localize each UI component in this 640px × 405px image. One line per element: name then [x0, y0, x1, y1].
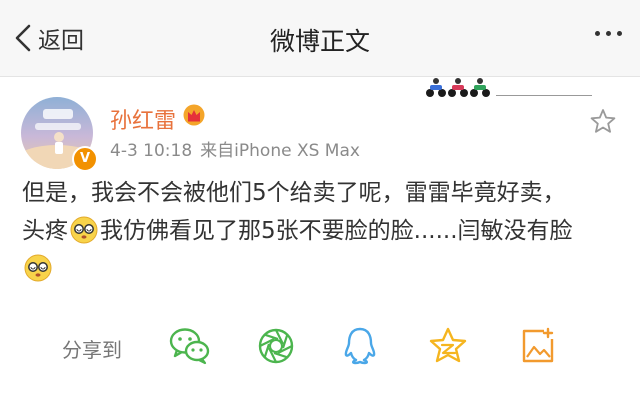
post-meta: 4-3 10:18 来自iPhone XS Max [110, 136, 360, 161]
post-date: 4-3 10:18 [110, 141, 193, 161]
more-dots-icon[interactable] [595, 31, 622, 36]
motorcycle-sticker-icon [426, 78, 490, 97]
qzone-star-icon[interactable] [428, 326, 468, 366]
top-nav-bar: 返回 微博正文 [0, 0, 640, 77]
post-text-line-2: 头疼 我仿佛看见了那5张不要脸的脸......闫敏没有脸 [22, 212, 622, 250]
wechat-icon[interactable] [168, 326, 212, 366]
verified-badge: V [72, 146, 98, 172]
post-text-line-3 [22, 250, 622, 288]
qq-icon[interactable] [342, 326, 378, 366]
dizzy-face-emoji-icon [24, 254, 52, 282]
user-name[interactable]: 孙红雷 [110, 103, 176, 135]
save-image-icon[interactable] [518, 326, 558, 366]
decoration-card-sticker [424, 76, 592, 100]
post-text-segment: 头疼 [22, 218, 68, 244]
favorite-star-icon[interactable] [590, 108, 616, 134]
dizzy-face-emoji-icon [70, 216, 98, 244]
share-label: 分享到 [62, 338, 122, 362]
page-title: 微博正文 [269, 27, 370, 56]
post-text-line-1: 但是，我会不会被他们5个给卖了呢，雷雷毕竟好卖， [22, 180, 566, 206]
post-source: 来自iPhone XS Max [200, 141, 360, 161]
moments-icon[interactable] [256, 326, 296, 366]
crown-vip-icon [183, 104, 205, 126]
post-body: 但是，我会不会被他们5个给卖了呢，雷雷毕竟好卖， 头疼 我仿佛看见了那5张不要脸… [22, 174, 622, 288]
post-text-segment: 我仿佛看见了那5张不要脸的脸......闫敏没有脸 [100, 218, 573, 244]
